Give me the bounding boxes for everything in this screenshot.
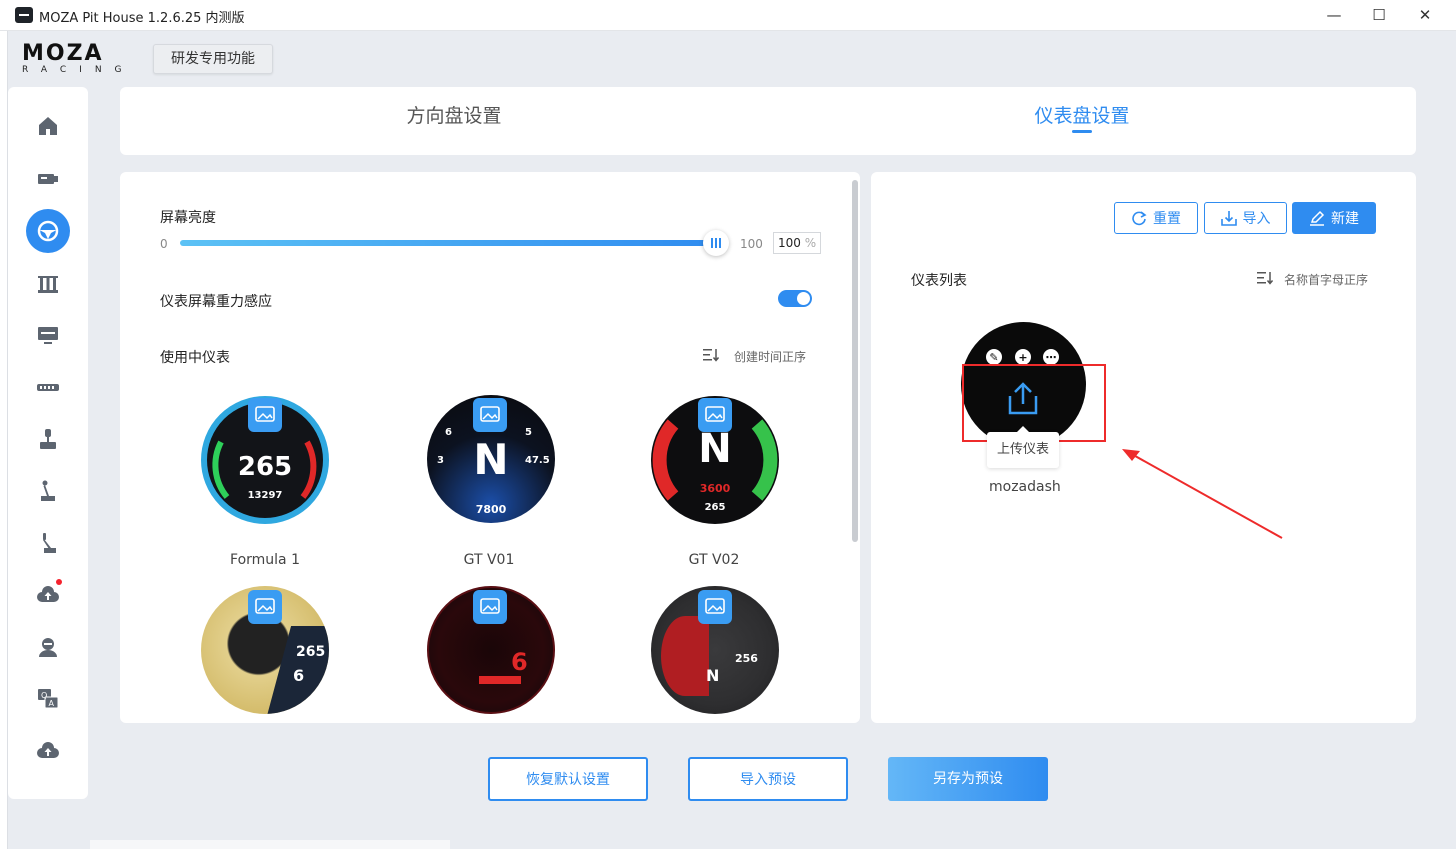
moza-logo: MOZA RACING	[22, 41, 142, 76]
dial-gear: 6	[293, 666, 305, 685]
cloud-upload-icon[interactable]	[26, 573, 70, 617]
title-bar: MOZA Pit House 1.2.6.25 内测版 — ☐ ✕	[0, 0, 1456, 31]
dashboard-display-icon[interactable]	[26, 313, 70, 357]
dial-rpm: 3600	[699, 482, 731, 495]
dial-name-gt-v01: GT V01	[463, 552, 515, 568]
sort-icon[interactable]	[703, 348, 719, 362]
dial-top-left-value: 6	[445, 427, 452, 438]
brightness-slider-track[interactable]	[180, 240, 716, 246]
more-icon[interactable]: ⋯	[1043, 349, 1059, 365]
shifter-icon[interactable]	[26, 469, 70, 513]
save-as-preset-button[interactable]: 另存为预设	[888, 757, 1048, 801]
notification-badge	[56, 579, 62, 585]
dashboard-name: mozadash	[989, 479, 1061, 495]
hub-icon[interactable]	[26, 365, 70, 409]
dial-speed: 265	[237, 452, 293, 482]
dial-speed: 265	[296, 644, 326, 660]
dial-gear: N	[698, 426, 732, 472]
sidebar: QA	[8, 87, 88, 799]
dial-speed: 256	[735, 652, 758, 665]
user-icon[interactable]	[26, 625, 70, 669]
highlight-box	[962, 364, 1106, 442]
scrollbar[interactable]	[852, 180, 858, 542]
import-label: 导入	[1242, 211, 1271, 227]
dial-red-zone	[661, 616, 709, 696]
refresh-icon	[1132, 211, 1147, 226]
dial-rpm: 7800	[475, 503, 507, 516]
dev-functions-button[interactable]: 研发专用功能	[153, 44, 273, 74]
image-icon[interactable]	[248, 590, 282, 624]
tab-wheel-settings[interactable]: 方向盘设置	[354, 87, 554, 155]
joystick-icon[interactable]	[26, 417, 70, 461]
restore-default-button[interactable]: 恢复默认设置	[488, 757, 648, 801]
svg-text:Q: Q	[41, 691, 47, 700]
download-icon	[1220, 211, 1237, 226]
image-icon[interactable]	[698, 398, 732, 432]
dial-right-value: 47.5	[525, 455, 550, 466]
minimize-icon[interactable]: —	[1324, 5, 1344, 25]
dial-sub: 13297	[247, 490, 283, 501]
dial-rpm-bar	[479, 676, 521, 684]
active-tab-indicator	[1072, 130, 1092, 133]
sort-icon[interactable]	[1257, 271, 1273, 285]
brightness-unit: %	[804, 236, 817, 250]
dial-left-value: 3	[437, 455, 444, 466]
sort-label[interactable]: 创建时间正序	[734, 348, 806, 365]
dial-name-formula-1: Formula 1	[230, 552, 300, 568]
new-label: 新建	[1331, 211, 1359, 227]
image-icon[interactable]	[248, 398, 282, 432]
logo-sub: RACING	[22, 65, 135, 75]
brightness-input[interactable]: 100 %	[773, 232, 821, 254]
settings-tabs: 方向盘设置 仪表盘设置	[120, 87, 1416, 155]
reset-label: 重置	[1153, 211, 1181, 227]
upload-tooltip: 上传仪表	[987, 426, 1059, 468]
in-use-dashboards-label: 使用中仪表	[160, 350, 230, 366]
brightness-value: 100	[778, 236, 801, 250]
qa-icon[interactable]: QA	[26, 677, 70, 721]
dial-speed: 265	[704, 502, 726, 513]
close-icon[interactable]: ✕	[1415, 5, 1435, 25]
new-button[interactable]: 新建	[1292, 202, 1376, 234]
background-window-edge	[90, 840, 450, 849]
brightness-label: 屏幕亮度	[160, 210, 216, 226]
brightness-min: 0	[160, 237, 168, 251]
import-button[interactable]: 导入	[1204, 202, 1287, 234]
background-window-edge	[0, 31, 8, 849]
annotation-arrow	[1122, 449, 1283, 539]
home-icon[interactable]	[26, 104, 70, 148]
wheelbase-icon[interactable]	[26, 157, 70, 201]
dial-gear: 6	[511, 648, 528, 676]
tab-dashboard-settings[interactable]: 仪表盘设置	[982, 87, 1182, 155]
maximize-icon[interactable]: ☐	[1369, 5, 1389, 25]
image-icon[interactable]	[473, 398, 507, 432]
name-sort-label[interactable]: 名称首字母正序	[1284, 271, 1368, 288]
dial-top-right-value: 5	[525, 427, 532, 438]
import-preset-button[interactable]: 导入预设	[688, 757, 848, 801]
gravity-sensor-toggle[interactable]	[778, 290, 812, 307]
dial-name-gt-v02: GT V02	[688, 552, 740, 568]
brightness-max: 100	[740, 237, 763, 251]
image-icon[interactable]	[698, 590, 732, 624]
gravity-sensor-label: 仪表屏幕重力感应	[160, 294, 272, 310]
edit-icon[interactable]: ✎	[986, 349, 1002, 365]
reset-button[interactable]: 重置	[1114, 202, 1198, 234]
dial-gear: N	[706, 666, 720, 685]
window-title: MOZA Pit House 1.2.6.25 内测版	[39, 11, 245, 26]
image-icon[interactable]	[473, 590, 507, 624]
edit-icon	[1310, 210, 1325, 226]
app-icon	[15, 7, 33, 23]
brightness-slider-thumb[interactable]	[703, 230, 729, 256]
add-icon[interactable]: +	[1015, 349, 1031, 365]
cloud-update-icon[interactable]	[26, 729, 70, 773]
logo-main: MOZA	[22, 41, 104, 66]
svg-text:A: A	[49, 699, 55, 708]
steering-wheel-icon[interactable]	[26, 209, 70, 253]
pedals-icon[interactable]	[26, 261, 70, 305]
handbrake-icon[interactable]	[26, 521, 70, 565]
dashboard-list-label: 仪表列表	[911, 273, 967, 289]
